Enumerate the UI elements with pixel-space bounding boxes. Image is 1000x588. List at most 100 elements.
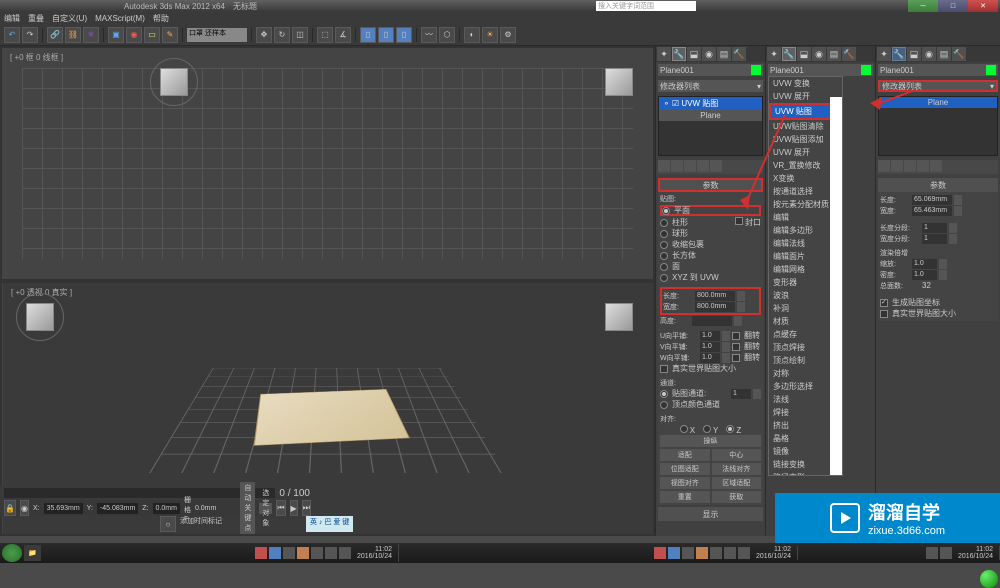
height-spinner[interactable] [734,316,742,326]
object-color-3[interactable] [986,65,996,75]
object-name-2[interactable]: Plane001 [770,66,861,75]
select-name-button[interactable]: ◉ [126,27,142,43]
radio-xyz[interactable] [660,274,668,282]
hierarchy-tab[interactable]: ⬓ [687,47,701,61]
tray-icon[interactable] [696,547,708,559]
menu-overlay[interactable]: 重叠 [28,13,44,24]
width-spinner[interactable] [737,302,745,312]
modify-tab-2[interactable]: 🔧 [782,47,796,61]
p3-wseg[interactable]: 1 [922,234,947,244]
length-input[interactable]: 800.0mm [695,291,735,301]
radio-x[interactable] [680,425,688,433]
menu-maxscript[interactable]: MAXScript(M) [95,14,145,23]
wflip-checkbox[interactable] [732,354,740,362]
lock-button[interactable]: 🔒 [4,500,16,516]
ime-indicator[interactable]: 英 ♪ 巴 爱 键 [306,516,353,532]
motion-tab[interactable]: ◉ [702,47,716,61]
rotate-button[interactable]: ↻ [274,27,290,43]
tray-icon[interactable] [311,547,323,559]
move-button[interactable]: ✥ [256,27,272,43]
play-orb-1[interactable] [980,570,998,588]
unique-button[interactable] [684,160,696,172]
angle-snap-button[interactable]: ∡ [335,27,351,43]
clock-3[interactable]: 11:02 2016/10/24 [954,546,997,560]
minimize-button[interactable]: ─ [908,0,938,12]
params-rollout-3[interactable]: 参数 [878,178,998,192]
select-rect-button[interactable]: ▭ [144,27,160,43]
viewcube-persp[interactable] [26,303,54,331]
remove-button[interactable] [697,160,709,172]
tray-icon[interactable] [283,547,295,559]
tray-icon[interactable] [269,547,281,559]
map-channel-input[interactable]: 1 [731,389,751,399]
modifier-uvw[interactable]: ⚬ ☑ UVW 贴图 [659,97,762,110]
realworld-checkbox-3[interactable] [880,310,888,318]
radio-box[interactable] [660,252,668,260]
object-color-2[interactable] [861,65,871,75]
width-input[interactable]: 800.0mm [695,302,735,312]
play-button[interactable]: ▶ [290,500,298,516]
utilities-tab[interactable]: 🔨 [732,47,746,61]
radio-z[interactable] [726,425,734,433]
radio-vertex-color[interactable] [660,401,668,409]
tray-icon[interactable] [255,547,267,559]
length-spinner[interactable] [737,291,745,301]
normal-align-button[interactable]: 法线对齐 [712,463,762,475]
start-button[interactable] [2,544,22,562]
gen-coords-checkbox[interactable] [880,299,888,307]
tray-icon[interactable] [339,547,351,559]
tray-icon[interactable] [654,547,666,559]
clock-2[interactable]: 11:02 2016/10/24 [752,546,795,560]
p3-length[interactable]: 65.069mm [912,195,952,205]
tray-icon[interactable] [926,547,938,559]
radio-shrink[interactable] [660,241,668,249]
snap-button[interactable]: ⬚ [317,27,333,43]
align-button[interactable]: ▯ [378,27,394,43]
reset-button[interactable]: 重置 [660,491,710,503]
pin-button-3[interactable] [878,160,890,172]
filter-dropdown[interactable]: 口罩 还样本 [187,28,247,42]
menu-edit[interactable]: 编辑 [4,13,20,24]
undo-button[interactable]: ↶ [4,27,20,43]
sel-lock-button[interactable]: ◉ [20,500,29,516]
create-tab-3[interactable]: ✦ [877,47,891,61]
time-slider[interactable] [4,488,275,498]
key-next-button[interactable]: ⏭ [302,500,311,516]
create-tab-2[interactable]: ✦ [767,47,781,61]
display-rollout[interactable]: 显示 [658,507,763,521]
radio-map-channel[interactable] [660,390,668,398]
tray-icon[interactable] [668,547,680,559]
display-tab[interactable]: ▤ [717,47,731,61]
realworld-checkbox[interactable] [660,365,668,373]
motion-tab-3[interactable]: ◉ [922,47,936,61]
configure-button-3[interactable] [930,160,942,172]
radio-y[interactable] [703,425,711,433]
modify-tab[interactable]: 🔧 [672,47,686,61]
show-result-button[interactable] [671,160,683,172]
radio-sphere[interactable] [660,230,668,238]
display-tab-3[interactable]: ▤ [937,47,951,61]
modifier-stack[interactable]: ⚬ ☑ UVW 贴图 Plane [658,96,763,156]
radio-face[interactable] [660,263,668,271]
modifier-stack-3[interactable]: Plane [878,96,998,156]
vtile-input[interactable]: 1.0 [700,342,720,352]
region-fit-button[interactable]: 区域适配 [712,477,762,489]
dd-item[interactable]: UVW 变换 [769,77,842,90]
remove-button-3[interactable] [917,160,929,172]
tray-icon[interactable] [940,547,952,559]
selected-dropdown[interactable]: 选定对象 [259,503,272,514]
base-object-plane[interactable]: Plane [659,110,762,121]
close-button[interactable]: ✕ [968,0,998,12]
modify-tab-3[interactable]: 🔧 [892,47,906,61]
show-result-button-3[interactable] [891,160,903,172]
vflip-checkbox[interactable] [732,343,740,351]
bitmap-fit-button[interactable]: 位图适配 [660,463,710,475]
clock[interactable]: 11:02 2016/10/24 [353,546,396,560]
viewcube-persp-right[interactable] [605,303,633,331]
tray-icon[interactable] [325,547,337,559]
p3-scale[interactable]: 1.0 [912,259,937,269]
create-tab[interactable]: ✦ [657,47,671,61]
menu-customize[interactable]: 自定义(U) [52,13,87,24]
plane-object[interactable] [254,389,410,446]
cap-checkbox[interactable] [735,217,743,225]
